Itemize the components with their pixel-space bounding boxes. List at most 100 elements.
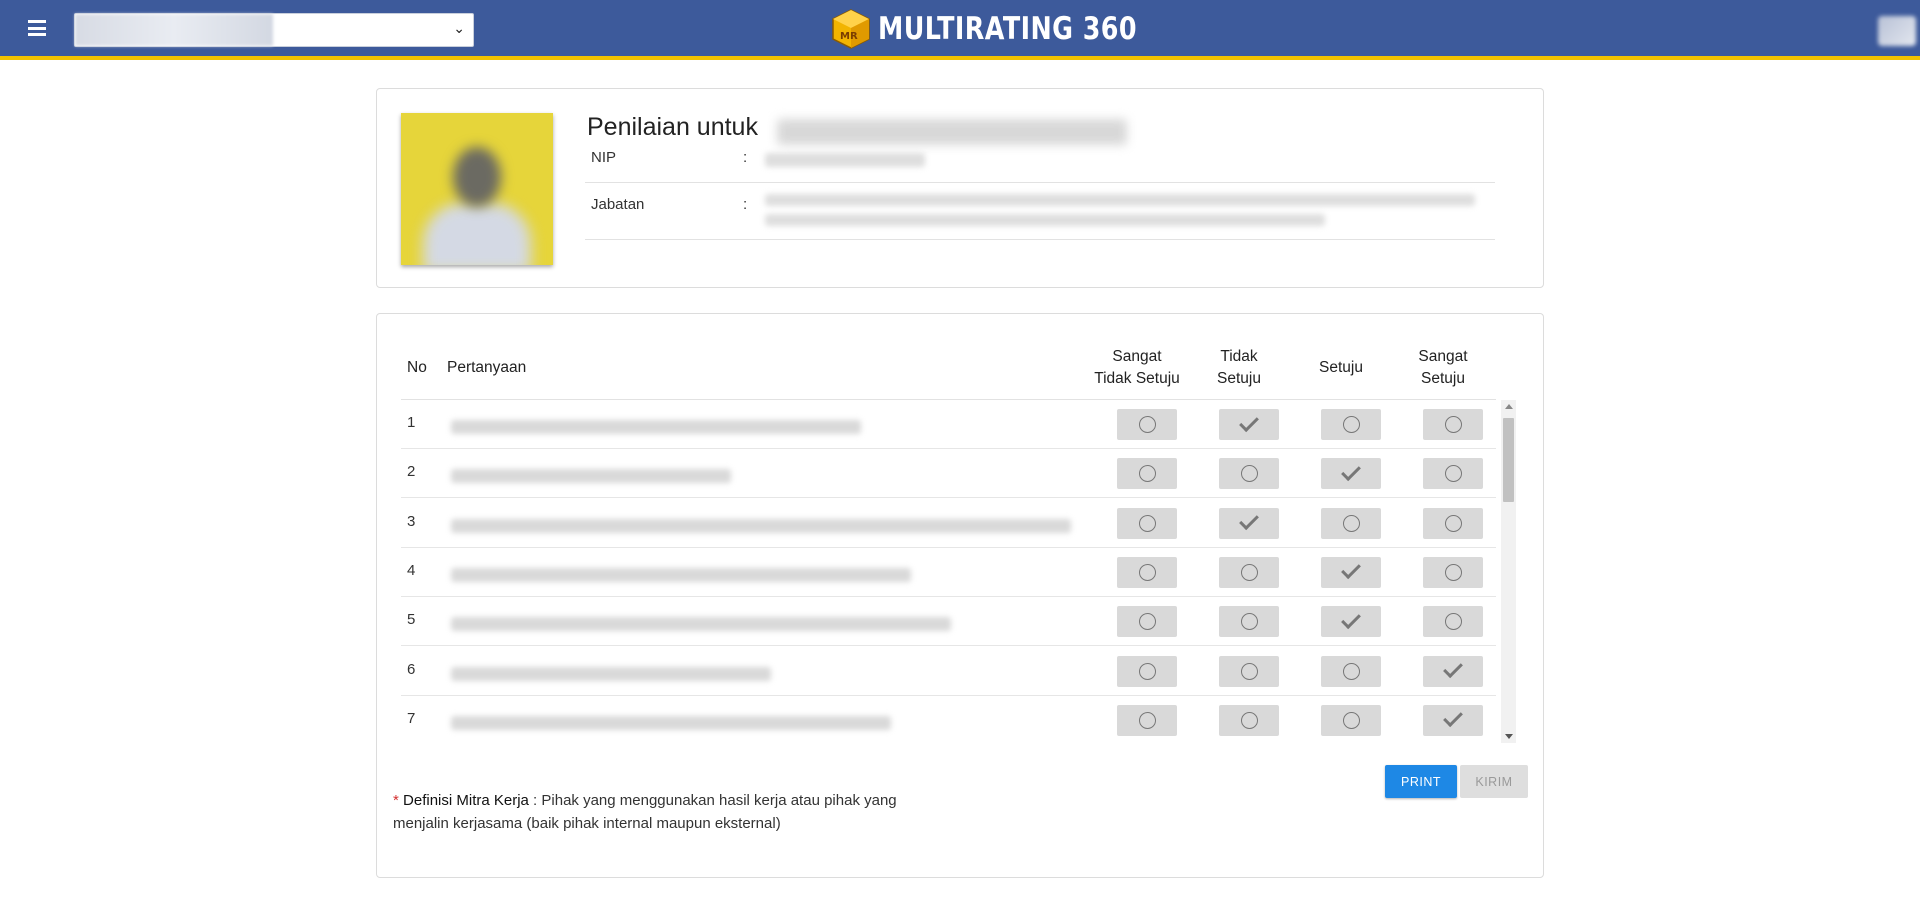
question-number: 6 [407,660,416,678]
table-row: 1 [401,400,1496,449]
question-text-redacted [451,518,1071,533]
radio-circle-icon [1444,465,1462,483]
answer-option-1[interactable] [1117,606,1177,638]
question-text-redacted [451,567,911,582]
radio-circle-icon [1138,711,1156,729]
answer-option-3[interactable] [1321,655,1381,687]
answer-option-1[interactable] [1117,458,1177,490]
jabatan-value-line1-redacted [765,194,1475,206]
answer-option-3[interactable] [1321,704,1381,736]
radio-circle-icon [1240,465,1258,483]
header-question: Pertanyaan [447,359,527,376]
radio-circle-icon [1240,662,1258,680]
cube-logo-icon: MR [830,8,872,50]
check-icon [1443,658,1463,679]
chevron-down-icon: ⌄ [453,21,465,37]
question-table-body: 1 2 3 4 5 6 7 [401,400,1496,743]
nip-row: NIP : [585,141,1495,183]
answer-option-3[interactable] [1321,606,1381,638]
question-number: 2 [407,463,416,481]
jabatan-value-line2-redacted [765,214,1325,226]
question-text-redacted [451,666,771,681]
table-scrollbar[interactable] [1501,400,1516,743]
radio-circle-icon [1444,514,1462,532]
scroll-down-icon[interactable] [1505,734,1513,739]
nip-label: NIP [591,149,617,166]
check-icon [1341,608,1361,629]
answer-option-3[interactable] [1321,409,1381,440]
answer-option-4[interactable] [1423,704,1483,736]
question-number: 3 [407,512,416,530]
answer-option-2[interactable] [1219,704,1279,736]
answer-option-1[interactable] [1117,409,1177,440]
user-avatar[interactable] [1878,16,1916,46]
radio-circle-icon [1342,711,1360,729]
scroll-up-icon[interactable] [1505,404,1513,409]
answer-option-2[interactable] [1219,556,1279,588]
definition-note: * Definisi Mitra Kerja : Pihak yang meng… [393,789,953,835]
profile-card: Penilaian untuk NIP : Jabatan : [376,88,1544,288]
header-option-4: Sangat Setuju [1418,348,1468,387]
table-row: 3 [401,499,1496,548]
question-text-redacted [451,715,891,730]
answer-option-4[interactable] [1423,655,1483,687]
answer-option-4[interactable] [1423,507,1483,539]
radio-circle-icon [1240,711,1258,729]
assessment-title: Penilaian untuk [587,113,758,141]
nip-value-redacted [765,153,925,167]
radio-circle-icon [1138,662,1156,680]
check-icon [1239,411,1259,432]
questionnaire-card: No Pertanyaan Sangat Tidak Setuju Tidak … [376,313,1544,878]
print-button[interactable]: PRINT [1385,765,1457,798]
brand-title: MULTIRATING 360 [878,11,1138,47]
jabatan-label: Jabatan [591,196,645,213]
table-row: 4 [401,548,1496,597]
send-button[interactable]: KIRIM [1460,765,1528,798]
question-number: 5 [407,611,416,629]
question-number: 4 [407,561,416,579]
radio-circle-icon [1444,613,1462,631]
question-number: 7 [407,709,416,727]
radio-circle-icon [1444,563,1462,581]
table-row: 6 [401,647,1496,696]
answer-option-2[interactable] [1219,655,1279,687]
answer-option-2[interactable] [1219,409,1279,440]
answer-option-1[interactable] [1117,704,1177,736]
radio-circle-icon [1342,416,1360,433]
radio-circle-icon [1138,563,1156,581]
question-number: 1 [407,414,416,431]
question-text-redacted [451,617,951,632]
answer-option-3[interactable] [1321,458,1381,490]
scrollbar-thumb[interactable] [1503,418,1514,502]
table-row: 2 [401,449,1496,499]
radio-circle-icon [1138,613,1156,631]
answer-option-4[interactable] [1423,556,1483,588]
top-header: ⌄ MR MULTIRATING 360 [0,0,1920,60]
answer-option-4[interactable] [1423,409,1483,440]
answer-option-2[interactable] [1219,458,1279,490]
answer-option-2[interactable] [1219,606,1279,638]
check-icon [1239,510,1259,531]
radio-circle-icon [1342,514,1360,532]
brand-logo: MR MULTIRATING 360 [830,6,1194,52]
answer-option-3[interactable] [1321,556,1381,588]
required-star: * [393,792,399,809]
answer-option-1[interactable] [1117,556,1177,588]
period-select[interactable]: ⌄ [74,13,474,47]
radio-circle-icon [1240,563,1258,581]
answer-option-1[interactable] [1117,507,1177,539]
jabatan-row: Jabatan : [585,184,1495,240]
header-no: No [407,359,427,376]
radio-circle-icon [1138,465,1156,483]
answer-option-4[interactable] [1423,606,1483,638]
answer-option-1[interactable] [1117,655,1177,687]
profile-photo [401,113,553,265]
answer-option-2[interactable] [1219,507,1279,539]
answer-option-4[interactable] [1423,458,1483,490]
radio-circle-icon [1138,416,1156,433]
header-option-1: Sangat Tidak Setuju [1094,348,1180,387]
jabatan-separator: : [743,196,748,213]
answer-option-3[interactable] [1321,507,1381,539]
question-text-redacted [451,469,731,484]
menu-icon[interactable] [28,20,46,36]
